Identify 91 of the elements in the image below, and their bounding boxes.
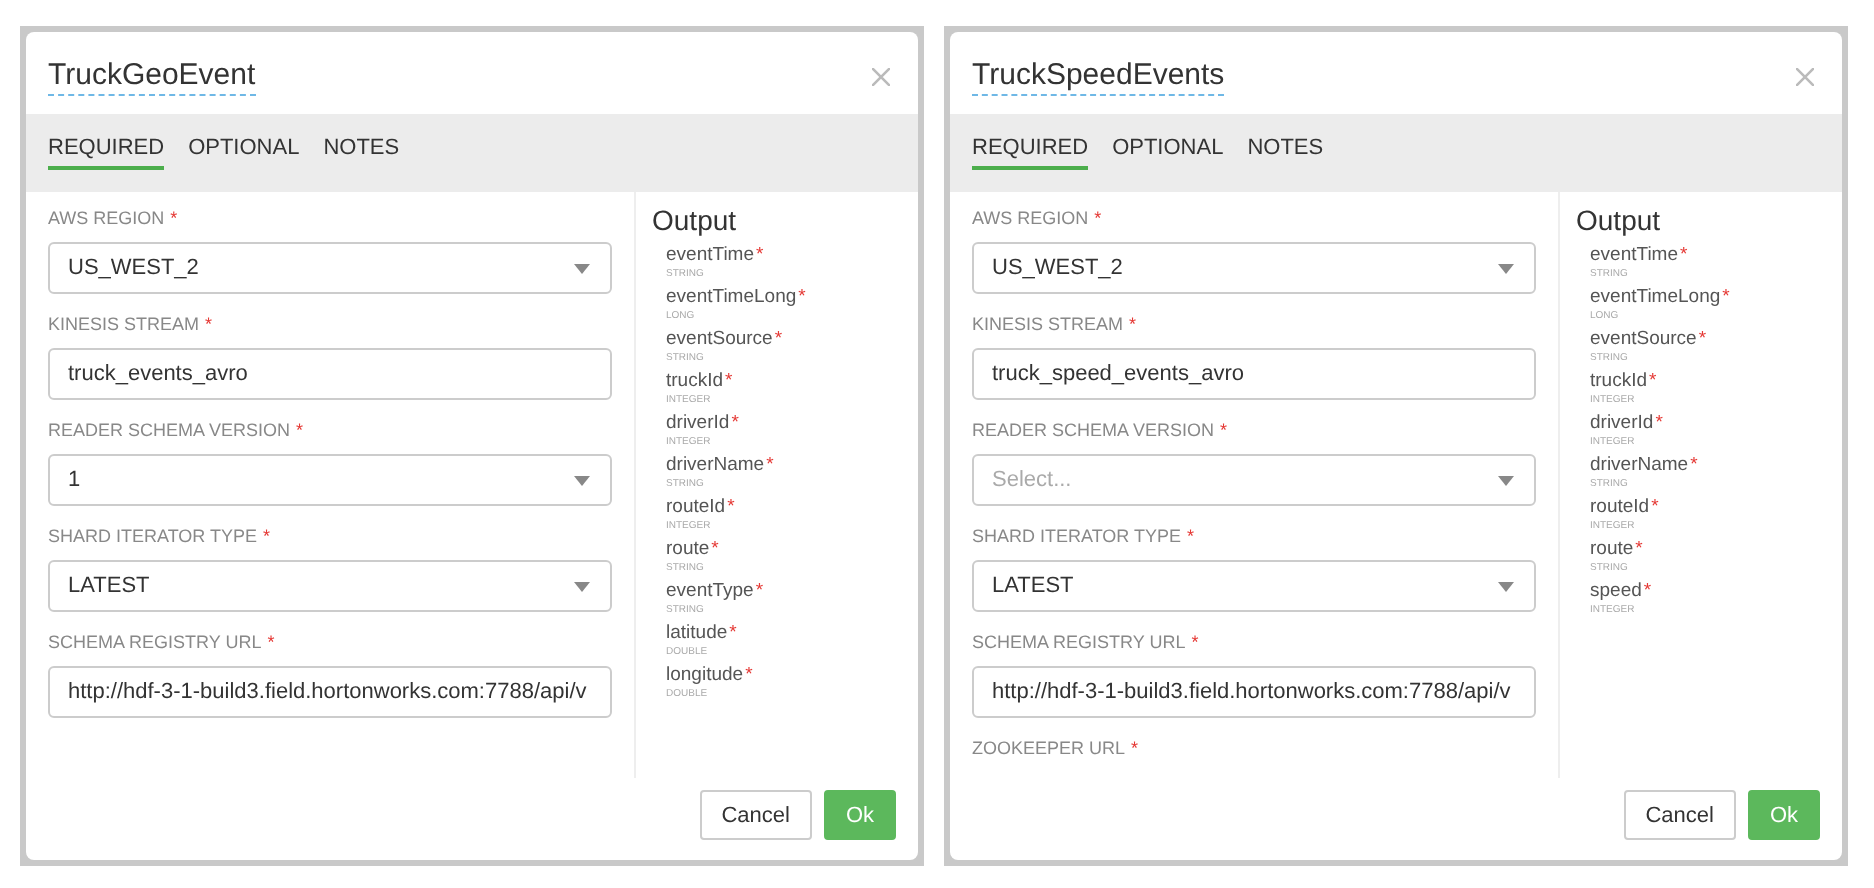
tab[interactable]: NOTES bbox=[323, 134, 400, 170]
input-field[interactable]: http://hdf-3-1-build3.field.hortonworks.com:7788/api/v bbox=[972, 666, 1536, 718]
field-label: READER SCHEMA VERSION bbox=[972, 420, 1215, 440]
field-label: SHARD ITERATOR TYPE bbox=[48, 526, 258, 546]
required-asterisk: * bbox=[727, 496, 735, 518]
output-field-name: eventTimeLong bbox=[1590, 286, 1721, 308]
output-field-name: eventSource bbox=[666, 328, 773, 350]
required-asterisk: * bbox=[1643, 580, 1652, 602]
required-asterisk: * bbox=[725, 370, 733, 392]
select-field[interactable]: LATEST bbox=[972, 560, 1536, 612]
input-field[interactable]: truck_speed_events_avro bbox=[972, 348, 1536, 400]
caret-icon bbox=[574, 263, 590, 273]
field-label: ZOOKEEPER URL bbox=[972, 738, 1126, 758]
required-asterisk: * bbox=[1131, 738, 1139, 758]
output-field-name: eventType bbox=[666, 580, 754, 602]
dialog-title[interactable]: TruckSpeedEvents bbox=[972, 57, 1225, 95]
output-field-name: longitude bbox=[666, 664, 744, 686]
required-asterisk: * bbox=[1094, 208, 1102, 228]
tab[interactable]: NOTES bbox=[1247, 134, 1324, 170]
caret-icon bbox=[1498, 475, 1514, 485]
field-label: KINESIS STREAM bbox=[48, 314, 200, 334]
output-field-name: routeId bbox=[1590, 496, 1650, 518]
tab[interactable]: OPTIONAL bbox=[188, 134, 300, 170]
required-asterisk: * bbox=[745, 664, 753, 686]
required-asterisk: * bbox=[766, 454, 774, 476]
required-asterisk: * bbox=[205, 314, 213, 334]
required-asterisk: * bbox=[756, 244, 764, 266]
input-field[interactable]: http://hdf-3-1-build3.field.hortonworks.com:7788/api/v bbox=[48, 666, 612, 718]
select-field[interactable]: 1 bbox=[48, 454, 612, 506]
output-field-name: driverId bbox=[1590, 412, 1654, 434]
output-field-name: route bbox=[1590, 538, 1634, 560]
required-asterisk: * bbox=[296, 420, 304, 440]
close-icon[interactable] bbox=[1796, 67, 1814, 85]
output-title: Output bbox=[652, 204, 739, 236]
output-field-name: eventTime bbox=[666, 244, 754, 266]
required-asterisk: * bbox=[731, 412, 739, 434]
field-label: AWS REGION bbox=[48, 208, 165, 228]
required-asterisk: * bbox=[1655, 412, 1663, 434]
output-field-name: driverName bbox=[666, 454, 765, 476]
output-field-name: speed bbox=[1590, 580, 1642, 602]
select-field[interactable]: US_WEST_2 bbox=[972, 242, 1536, 294]
output-field-name: route bbox=[666, 538, 710, 560]
field-label: SCHEMA REGISTRY URL bbox=[48, 632, 262, 652]
close-icon[interactable] bbox=[872, 67, 890, 85]
required-asterisk: * bbox=[755, 580, 764, 602]
output-field-name: driverName bbox=[1590, 454, 1689, 476]
required-asterisk: * bbox=[170, 208, 178, 228]
required-asterisk: * bbox=[1651, 496, 1659, 518]
required-asterisk: * bbox=[1191, 632, 1199, 652]
field-label: SHARD ITERATOR TYPE bbox=[972, 526, 1182, 546]
field-label: KINESIS STREAM bbox=[972, 314, 1124, 334]
required-asterisk: * bbox=[1649, 370, 1657, 392]
input-field[interactable]: truck_events_avro bbox=[48, 348, 612, 400]
output-field-name: latitude bbox=[666, 622, 728, 644]
output-title: Output bbox=[1576, 204, 1663, 236]
tab[interactable]: REQUIRED bbox=[48, 134, 165, 170]
tab[interactable]: OPTIONAL bbox=[1112, 134, 1224, 170]
caret-icon bbox=[1498, 581, 1514, 591]
output-field-name: eventSource bbox=[1590, 328, 1697, 350]
required-asterisk: * bbox=[1680, 244, 1688, 266]
output-field-name: driverId bbox=[666, 412, 730, 434]
required-asterisk: * bbox=[1722, 286, 1730, 308]
required-asterisk: * bbox=[1129, 314, 1137, 334]
required-asterisk: * bbox=[1187, 526, 1195, 546]
output-field-name: truckId bbox=[1590, 370, 1648, 392]
select-field[interactable]: US_WEST_2 bbox=[48, 242, 612, 294]
caret-icon bbox=[1498, 263, 1514, 273]
cancel-button[interactable]: Cancel bbox=[699, 790, 812, 840]
field-label: READER SCHEMA VERSION bbox=[48, 420, 291, 440]
required-asterisk: * bbox=[1690, 454, 1698, 476]
cancel-button[interactable]: Cancel bbox=[1623, 790, 1736, 840]
output-field-name: eventTime bbox=[1590, 244, 1678, 266]
caret-icon bbox=[574, 581, 590, 591]
caret-icon bbox=[574, 475, 590, 485]
required-asterisk: * bbox=[267, 632, 275, 652]
required-asterisk: * bbox=[263, 526, 271, 546]
field-label: AWS REGION bbox=[972, 208, 1089, 228]
required-asterisk: * bbox=[711, 538, 719, 560]
select-field[interactable]: LATEST bbox=[48, 560, 612, 612]
dialog-title[interactable]: TruckGeoEvent bbox=[48, 57, 256, 95]
tab[interactable]: REQUIRED bbox=[972, 134, 1089, 170]
required-asterisk: * bbox=[1635, 538, 1643, 560]
required-asterisk: * bbox=[798, 286, 806, 308]
field-label: SCHEMA REGISTRY URL bbox=[972, 632, 1186, 652]
output-field-name: routeId bbox=[666, 496, 726, 518]
required-asterisk: * bbox=[1698, 328, 1707, 350]
output-field-name: eventTimeLong bbox=[666, 286, 797, 308]
required-asterisk: * bbox=[729, 622, 737, 644]
output-field-name: truckId bbox=[666, 370, 724, 392]
required-asterisk: * bbox=[774, 328, 783, 350]
required-asterisk: * bbox=[1220, 420, 1228, 440]
